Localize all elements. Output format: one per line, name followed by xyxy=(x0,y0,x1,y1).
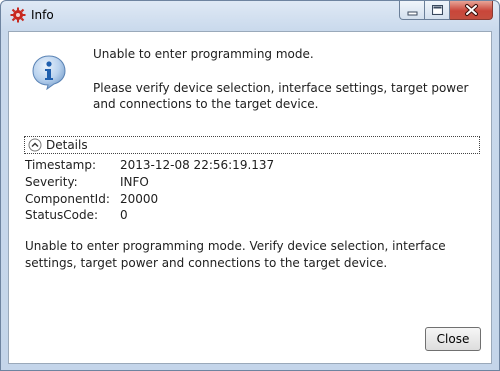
component-id-label: ComponentId: xyxy=(25,192,110,206)
headline-message: Unable to enter programming mode. xyxy=(93,47,314,61)
chevron-up-icon xyxy=(28,138,42,152)
maximize-button[interactable] xyxy=(425,1,450,20)
red-gear-icon xyxy=(10,7,26,23)
dialog-window: Info Unable to enter programming mode. P… xyxy=(0,0,500,371)
caption-buttons xyxy=(399,1,493,21)
dialog-content: Unable to enter programming mode. Please… xyxy=(8,31,492,364)
timestamp-value: 2013-12-08 22:56:19.137 xyxy=(120,158,275,172)
close-icon xyxy=(465,4,478,16)
details-label: Details xyxy=(46,138,88,152)
title-bar[interactable]: Info xyxy=(1,1,499,31)
severity-label: Severity: xyxy=(25,175,78,189)
close-button[interactable]: Close xyxy=(425,327,481,351)
maximize-icon xyxy=(432,5,443,15)
severity-value: INFO xyxy=(120,175,149,189)
close-window-button[interactable] xyxy=(450,1,493,20)
detail-message: Please verify device selection, interfac… xyxy=(93,81,469,111)
component-id-value: 20000 xyxy=(120,192,159,206)
full-error-message: Unable to enter programming mode. Verify… xyxy=(25,239,446,270)
timestamp-label: Timestamp: xyxy=(25,158,97,172)
details-expander[interactable]: Details xyxy=(24,136,480,154)
window-title: Info xyxy=(31,8,54,22)
info-icon xyxy=(32,55,66,90)
status-code-value: 0 xyxy=(120,208,128,222)
minimize-button[interactable] xyxy=(399,1,425,20)
minimize-icon xyxy=(407,11,418,16)
status-code-label: StatusCode: xyxy=(25,208,99,222)
